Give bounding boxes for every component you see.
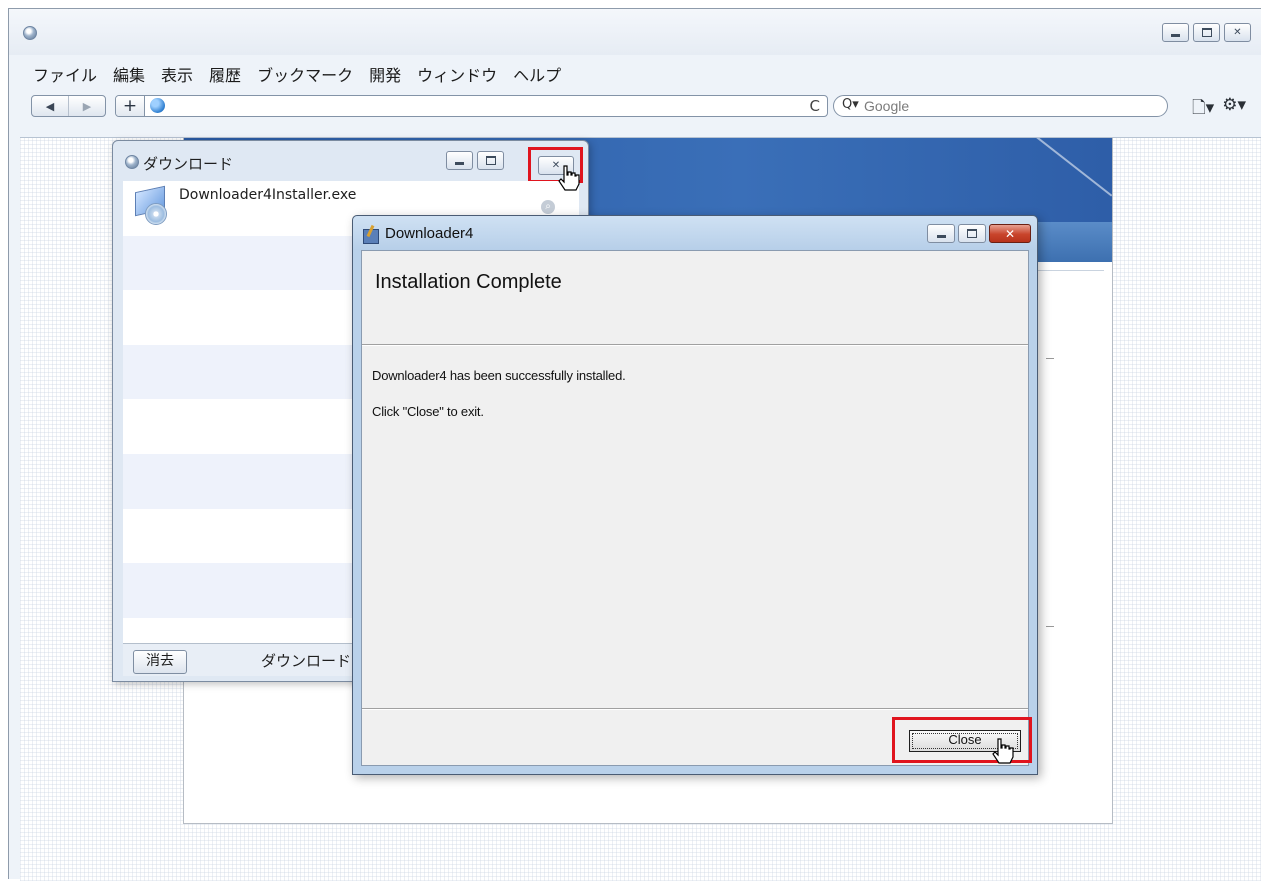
header-decoration xyxy=(1024,138,1112,197)
downloads-maximize-button[interactable] xyxy=(477,151,504,170)
browser-toolbar: ◀ ▶ + C Q▾ Google 🗋▾ ⚙▾ xyxy=(31,93,1261,121)
forward-button[interactable]: ▶ xyxy=(69,96,105,116)
menu-bar: ファイル 編集 表示 履歴 ブックマーク 開発 ウィンドウ ヘルプ xyxy=(33,62,561,86)
exit-instruction: Click "Close" to exit. xyxy=(372,404,484,419)
menu-file[interactable]: ファイル xyxy=(33,62,97,86)
downloads-title: ダウンロード xyxy=(143,155,234,173)
clear-button[interactable]: 消去 xyxy=(133,650,187,674)
downloads-minimize-button[interactable] xyxy=(446,151,473,170)
minimize-icon xyxy=(928,225,954,242)
menu-develop[interactable]: 開発 xyxy=(369,62,401,86)
downloads-window-controls xyxy=(446,151,504,170)
search-icon: Q▾ xyxy=(842,97,859,112)
search-placeholder: Google xyxy=(864,98,910,114)
safari-app-icon xyxy=(125,155,139,169)
close-icon: ✕ xyxy=(1004,226,1016,241)
nav-buttons: ◀ ▶ xyxy=(31,95,106,117)
settings-gear-icon[interactable]: ⚙▾ xyxy=(1222,95,1246,124)
page-menu-icon[interactable]: 🗋▾ xyxy=(1192,95,1214,124)
back-button[interactable]: ◀ xyxy=(32,96,69,116)
installer-cd-shape xyxy=(145,203,167,225)
installer-titlebar: Downloader4 ✕ xyxy=(353,216,1037,250)
maximize-icon xyxy=(959,225,985,242)
download-file-name: Downloader4Installer.exe xyxy=(179,187,357,203)
installer-body: Installation Complete Downloader4 has be… xyxy=(361,250,1032,766)
close-button[interactable]: ✕ xyxy=(1224,23,1251,42)
footer-separator xyxy=(362,708,1028,710)
hand-cursor-icon xyxy=(992,738,1014,764)
installer-minimize-button[interactable] xyxy=(927,224,955,243)
menu-history[interactable]: 履歴 xyxy=(209,62,241,86)
installer-maximize-button[interactable] xyxy=(958,224,986,243)
browser-titlebar: ✕ xyxy=(9,9,1261,55)
browser-window-controls: ✕ xyxy=(1162,23,1251,42)
address-bar[interactable]: + C xyxy=(115,95,828,117)
downloads-status-text: ダウンロード xyxy=(261,652,352,670)
close-icon: ✕ xyxy=(1233,27,1242,38)
minimize-icon xyxy=(1163,24,1188,41)
menu-window[interactable]: ウィンドウ xyxy=(417,62,497,86)
maximize-icon xyxy=(478,152,503,169)
header-separator xyxy=(362,344,1028,346)
reveal-magnifier-icon[interactable]: ⌕ xyxy=(541,200,555,214)
installer-app-icon xyxy=(361,224,379,244)
menu-help[interactable]: ヘルプ xyxy=(513,62,561,86)
search-field[interactable]: Q▾ Google xyxy=(833,95,1168,117)
minimize-icon xyxy=(447,152,472,169)
safari-app-icon xyxy=(23,26,37,40)
menu-bookmarks[interactable]: ブックマーク xyxy=(257,62,353,86)
minimize-button[interactable] xyxy=(1162,23,1189,42)
reload-button[interactable]: C xyxy=(810,97,820,115)
installer-heading: Installation Complete xyxy=(375,271,562,293)
content-tick xyxy=(1046,626,1054,627)
menu-view[interactable]: 表示 xyxy=(161,62,193,86)
installer-window-controls: ✕ xyxy=(927,224,1031,243)
installer-title: Downloader4 xyxy=(385,225,474,242)
success-message: Downloader4 has been successfully instal… xyxy=(372,368,626,383)
hand-cursor-icon xyxy=(558,165,580,191)
toolbar-right: 🗋▾ ⚙▾ xyxy=(1192,95,1246,124)
maximize-button[interactable] xyxy=(1193,23,1220,42)
installer-file-icon xyxy=(133,185,167,225)
installer-close-button[interactable]: ✕ xyxy=(989,224,1031,243)
menu-edit[interactable]: 編集 xyxy=(113,62,145,86)
content-tick xyxy=(1046,358,1054,359)
add-bookmark-button[interactable]: + xyxy=(116,96,145,116)
maximize-icon xyxy=(1194,24,1219,41)
installer-dialog: Downloader4 ✕ Installation Complete Down… xyxy=(352,215,1038,775)
globe-icon xyxy=(150,98,165,113)
